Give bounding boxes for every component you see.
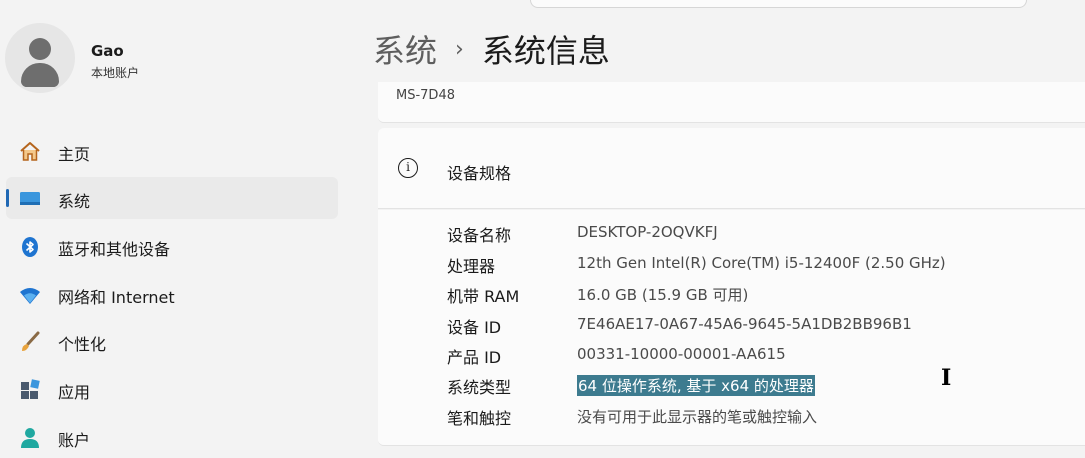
page-title: 系统信息 (481, 32, 610, 70)
spec-value[interactable]: 16.0 GB (15.9 GB 可用) (577, 284, 748, 305)
sidebar-item-system[interactable]: 系统 (6, 177, 338, 219)
spec-value[interactable]: 7E46AE17-0A67-45A6-9645-5A1DB2BB96B1 (577, 315, 912, 333)
sidebar-item-network[interactable]: 网络和 Internet (6, 273, 338, 315)
device-specs-header[interactable]: i 设备规格 (378, 128, 1085, 209)
spec-row-processor: 处理器 12th Gen Intel(R) Core(TM) i5-12400F… (378, 253, 1085, 283)
chevron-right-icon: › (455, 37, 464, 62)
spec-key: 设备名称 (447, 226, 512, 245)
system-icon (18, 187, 42, 211)
spec-row-device-name: 设备名称 DESKTOP-2OQVKFJ (378, 222, 1085, 252)
selection-indicator (6, 189, 9, 207)
search-box[interactable] (530, 0, 1027, 8)
sidebar-item-label: 个性化 (58, 335, 107, 354)
wifi-icon (18, 283, 42, 307)
sidebar-item-home[interactable]: 主页 (6, 130, 338, 172)
device-specs-body: 设备名称 DESKTOP-2OQVKFJ 处理器 12th Gen Intel(… (378, 210, 1085, 446)
spec-row-system-type: 系统类型 64 位操作系统, 基于 x64 的处理器 (378, 374, 1085, 404)
sidebar: Gao 本地账户 主页 系统 蓝牙和其他设备 网络和 Internet 个性化 … (0, 0, 360, 451)
sidebar-item-label: 系统 (58, 192, 91, 211)
bluetooth-icon (18, 235, 42, 259)
spec-key: 机带 RAM (447, 287, 520, 306)
sidebar-item-accounts[interactable]: 账户 (6, 416, 338, 458)
spec-key: 产品 ID (447, 348, 502, 367)
spec-key: 笔和触控 (447, 409, 512, 428)
brush-icon (18, 330, 42, 354)
spec-key: 系统类型 (447, 378, 512, 397)
spec-value[interactable]: 没有可用于此显示器的笔或触控输入 (577, 406, 817, 427)
sidebar-item-label: 网络和 Internet (58, 288, 175, 307)
user-name: Gao (91, 42, 124, 60)
spec-row-pen-touch: 笔和触控 没有可用于此显示器的笔或触控输入 (378, 405, 1085, 435)
spec-value-selected[interactable]: 64 位操作系统, 基于 x64 的处理器 (577, 375, 815, 396)
sidebar-item-label: 应用 (58, 383, 91, 402)
apps-icon (18, 378, 42, 402)
spec-row-product-id: 产品 ID 00331-10000-00001-AA615 (378, 344, 1085, 374)
device-specs-title: 设备规格 (447, 164, 512, 183)
sidebar-item-label: 蓝牙和其他设备 (58, 240, 171, 259)
sidebar-item-bluetooth[interactable]: 蓝牙和其他设备 (6, 225, 338, 267)
home-icon (18, 140, 42, 164)
spec-key: 处理器 (447, 257, 496, 276)
sidebar-item-apps[interactable]: 应用 (6, 368, 338, 410)
spec-row-ram: 机带 RAM 16.0 GB (15.9 GB 可用) (378, 283, 1085, 313)
info-icon: i (398, 158, 418, 178)
spec-value[interactable]: DESKTOP-2OQVKFJ (577, 223, 718, 241)
spec-key: 设备 ID (447, 318, 502, 337)
text-cursor-icon: I (941, 365, 952, 391)
sidebar-item-personalization[interactable]: 个性化 (6, 320, 338, 362)
breadcrumb-parent[interactable]: 系统 (373, 32, 437, 70)
spec-row-device-id: 设备 ID 7E46AE17-0A67-45A6-9645-5A1DB2BB96… (378, 314, 1085, 344)
avatar[interactable] (5, 23, 75, 93)
device-model-card: MS-7D48 (378, 82, 1085, 123)
breadcrumb: 系统 › 系统信息 (373, 26, 610, 72)
account-icon (18, 426, 42, 450)
device-model: MS-7D48 (396, 88, 455, 103)
user-account-type: 本地账户 (91, 66, 140, 80)
spec-value[interactable]: 00331-10000-00001-AA615 (577, 345, 786, 363)
spec-value[interactable]: 12th Gen Intel(R) Core(TM) i5-12400F (2.… (577, 254, 946, 272)
sidebar-item-label: 账户 (58, 431, 91, 450)
sidebar-item-label: 主页 (58, 145, 91, 164)
